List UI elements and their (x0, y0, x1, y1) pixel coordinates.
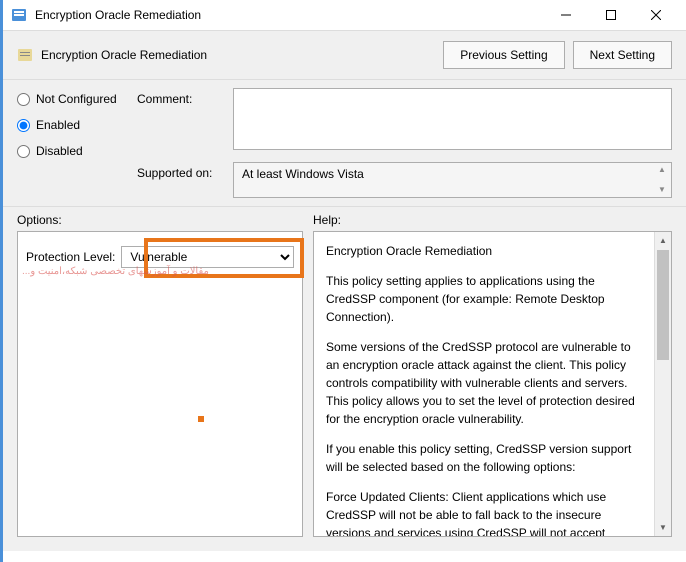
help-paragraph: Some versions of the CredSSP protocol ar… (326, 338, 642, 428)
nav-buttons: Previous Setting Next Setting (443, 41, 672, 69)
options-panel: Protection Level: Vulnerable مقالات و آم… (17, 231, 303, 537)
header-title: Encryption Oracle Remediation (41, 48, 443, 62)
window-controls (543, 0, 678, 30)
radio-enabled[interactable]: Enabled (17, 118, 137, 132)
scrollbar-thumb[interactable] (657, 250, 669, 360)
comment-input[interactable] (233, 88, 672, 150)
panels-container: Protection Level: Vulnerable مقالات و آم… (3, 231, 686, 551)
supported-value-box: At least Windows Vista ▲ ▼ (233, 162, 672, 198)
protection-level-select[interactable]: Vulnerable (121, 246, 294, 268)
protection-level-label: Protection Level: (26, 250, 115, 264)
supported-row: Supported on: At least Windows Vista ▲ ▼ (137, 162, 672, 198)
radio-not-configured[interactable]: Not Configured (17, 92, 137, 106)
titlebar: Encryption Oracle Remediation (3, 0, 686, 30)
maximize-button[interactable] (588, 0, 633, 30)
header-bar: Encryption Oracle Remediation Previous S… (3, 30, 686, 80)
radio-disabled-input[interactable] (17, 145, 30, 158)
radio-not-configured-label[interactable]: Not Configured (36, 92, 117, 106)
help-paragraph: This policy setting applies to applicati… (326, 272, 642, 326)
options-header: Options: (17, 213, 313, 227)
help-title-text: Encryption Oracle Remediation (326, 242, 642, 260)
policy-icon (17, 47, 33, 63)
comment-row: Comment: (137, 88, 672, 150)
scroll-up-icon[interactable]: ▲ (655, 232, 671, 249)
supported-label: Supported on: (137, 162, 225, 180)
supported-value: At least Windows Vista (242, 167, 364, 181)
next-setting-button[interactable]: Next Setting (573, 41, 672, 69)
help-panel: Encryption Oracle Remediation This polic… (313, 231, 672, 537)
scroll-down-icon[interactable]: ▼ (655, 185, 669, 195)
panels-header: Options: Help: (3, 206, 686, 231)
config-section: Not Configured Enabled Disabled Comment:… (3, 80, 686, 206)
config-fields: Comment: Supported on: At least Windows … (137, 88, 672, 198)
close-button[interactable] (633, 0, 678, 30)
radio-disabled-label[interactable]: Disabled (36, 144, 83, 158)
window-title: Encryption Oracle Remediation (35, 8, 543, 22)
scroll-up-icon[interactable]: ▲ (655, 165, 669, 175)
help-scrollbar[interactable]: ▲ ▼ (654, 232, 671, 536)
supported-scroll: ▲ ▼ (655, 165, 669, 195)
protection-level-row: Protection Level: Vulnerable (26, 246, 294, 268)
help-paragraph: Force Updated Clients: Client applicatio… (326, 488, 642, 536)
radio-group: Not Configured Enabled Disabled (17, 88, 137, 198)
minimize-button[interactable] (543, 0, 588, 30)
radio-enabled-label[interactable]: Enabled (36, 118, 80, 132)
annotation-dot (198, 416, 204, 422)
scroll-down-icon[interactable]: ▼ (655, 519, 671, 536)
previous-setting-button[interactable]: Previous Setting (443, 41, 564, 69)
comment-label: Comment: (137, 88, 225, 106)
radio-not-configured-input[interactable] (17, 93, 30, 106)
help-paragraph: If you enable this policy setting, CredS… (326, 440, 642, 476)
help-content: Encryption Oracle Remediation This polic… (314, 232, 654, 536)
radio-enabled-input[interactable] (17, 119, 30, 132)
radio-disabled[interactable]: Disabled (17, 144, 137, 158)
app-icon (11, 7, 27, 23)
help-header: Help: (313, 213, 672, 227)
watermark-text: مقالات و آموزشهای تخصصی شبکه،امنیت و... (22, 266, 209, 277)
